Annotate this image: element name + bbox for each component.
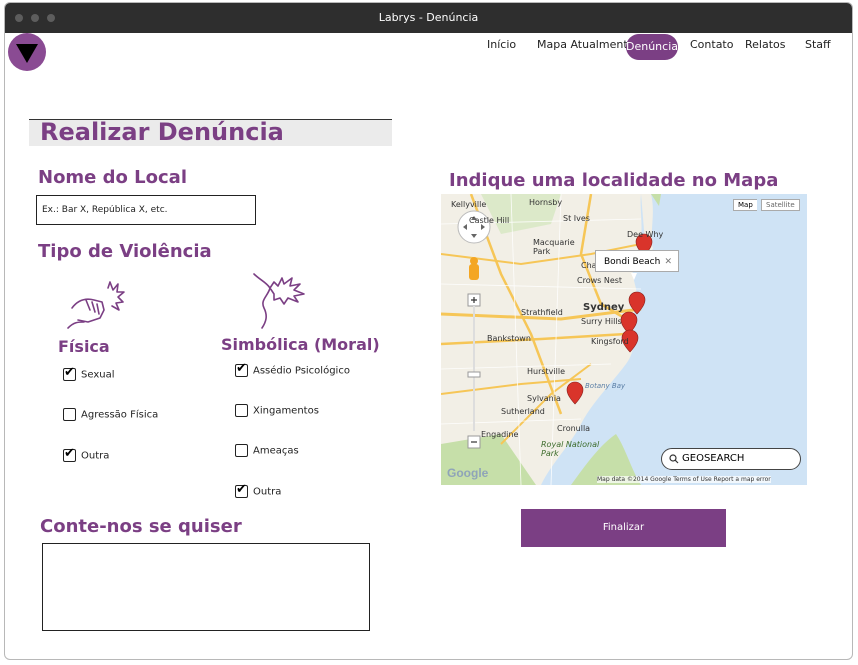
- map-label: Surry Hills: [581, 317, 622, 326]
- title-bar: Labrys - Denúncia: [5, 3, 852, 33]
- map-label: Sylvania: [527, 394, 561, 403]
- nome-local-heading: Nome do Local: [38, 167, 188, 188]
- checkbox-outra-simbolica[interactable]: Outra: [235, 482, 282, 498]
- triangle-logo-icon: [16, 44, 38, 63]
- map-label: Royal National Park: [541, 440, 600, 458]
- google-map[interactable]: Kellyville Hornsby St Ives Dee Why Castl…: [441, 194, 807, 485]
- checkbox-xingamentos[interactable]: Xingamentos: [235, 404, 319, 417]
- map-label: Hurstville: [527, 367, 566, 376]
- nav-denuncia[interactable]: Denúncia: [626, 34, 678, 60]
- checkbox-checked-icon[interactable]: [63, 446, 76, 462]
- nome-local-input[interactable]: [36, 195, 256, 225]
- checkbox-ameacas[interactable]: Ameaças: [235, 444, 299, 457]
- checkbox-label: Sexual: [81, 369, 115, 381]
- labrys-logo[interactable]: [8, 33, 46, 71]
- checkbox-label: Assédio Psicológico: [253, 365, 350, 377]
- finalizar-button[interactable]: Finalizar: [521, 509, 726, 547]
- map-label: Bankstown: [487, 334, 531, 343]
- checkbox-assedio-psicologico[interactable]: Assédio Psicológico: [235, 361, 350, 377]
- nav-staff[interactable]: Staff: [805, 38, 831, 51]
- map-label: Kellyville: [451, 200, 487, 209]
- map-heading: Indique uma localidade no Mapa: [449, 170, 779, 191]
- fisica-title: Física: [58, 337, 110, 356]
- map-type-satellite-button[interactable]: Satellite: [761, 199, 800, 211]
- geosearch-label: GEOSEARCH: [682, 453, 745, 464]
- map-info-popup: Bondi Beach ✕: [595, 250, 679, 272]
- checkbox-outra-fisica[interactable]: Outra: [63, 446, 110, 462]
- nav-inicio[interactable]: Início: [487, 38, 516, 51]
- checkbox-unchecked-icon[interactable]: [63, 408, 76, 421]
- map-attribution: Map data ©2014 Google Terms of Use Repor…: [597, 476, 771, 483]
- checkbox-sexual[interactable]: Sexual: [63, 365, 115, 381]
- nav-mapa-atualmente[interactable]: Mapa Atualmente: [537, 38, 634, 51]
- conte-textarea[interactable]: [42, 543, 370, 631]
- checkbox-unchecked-icon[interactable]: [235, 404, 248, 417]
- map-label: Sydney: [583, 302, 625, 313]
- map-label: St Ives: [563, 214, 590, 223]
- geosearch-input[interactable]: GEOSEARCH: [661, 448, 801, 470]
- nav-contato[interactable]: Contato: [690, 38, 733, 51]
- close-icon[interactable]: ✕: [664, 251, 672, 273]
- map-label: Hornsby: [529, 198, 563, 207]
- map-label: Sutherland: [501, 407, 545, 416]
- checkbox-label: Agressão Física: [81, 409, 159, 421]
- checkbox-unchecked-icon[interactable]: [235, 444, 248, 457]
- speech-burst-icon: [253, 273, 305, 329]
- map-label: Castle Hill: [469, 216, 510, 225]
- popup-text: Bondi Beach: [604, 257, 661, 267]
- search-icon: [669, 454, 679, 464]
- window-title: Labrys - Denúncia: [378, 11, 479, 24]
- checkbox-agressao-fisica[interactable]: Agressão Física: [63, 408, 158, 421]
- conte-heading: Conte-nos se quiser: [40, 516, 242, 537]
- map-label: Macquarie Park: [533, 238, 575, 256]
- map-label: Engadine: [481, 430, 519, 439]
- checkbox-label: Outra: [253, 486, 282, 498]
- checkbox-label: Outra: [81, 450, 110, 462]
- map-label: Crows Nest: [577, 276, 623, 285]
- checkbox-label: Ameaças: [253, 445, 299, 457]
- checkbox-checked-icon[interactable]: [235, 361, 248, 377]
- checkbox-label: Xingamentos: [253, 405, 319, 417]
- map-label: Strathfield: [521, 308, 563, 317]
- map-label: Kingsford: [591, 337, 629, 346]
- tipo-violencia-heading: Tipo de Violência: [38, 241, 212, 262]
- simbolica-title: Simbólica (Moral): [221, 335, 380, 354]
- map-label: Cronulla: [557, 424, 591, 433]
- fist-icon: [67, 281, 125, 329]
- map-label: Botany Bay: [585, 382, 626, 390]
- google-logo: Google: [447, 466, 489, 480]
- map-type-map-button[interactable]: Map: [733, 199, 757, 211]
- checkbox-checked-icon[interactable]: [63, 365, 76, 381]
- page-title: Realizar Denúncia: [40, 118, 284, 146]
- map-label: Dee Why: [627, 230, 664, 239]
- checkbox-checked-icon[interactable]: [235, 482, 248, 498]
- nav-relatos[interactable]: Relatos: [745, 38, 786, 51]
